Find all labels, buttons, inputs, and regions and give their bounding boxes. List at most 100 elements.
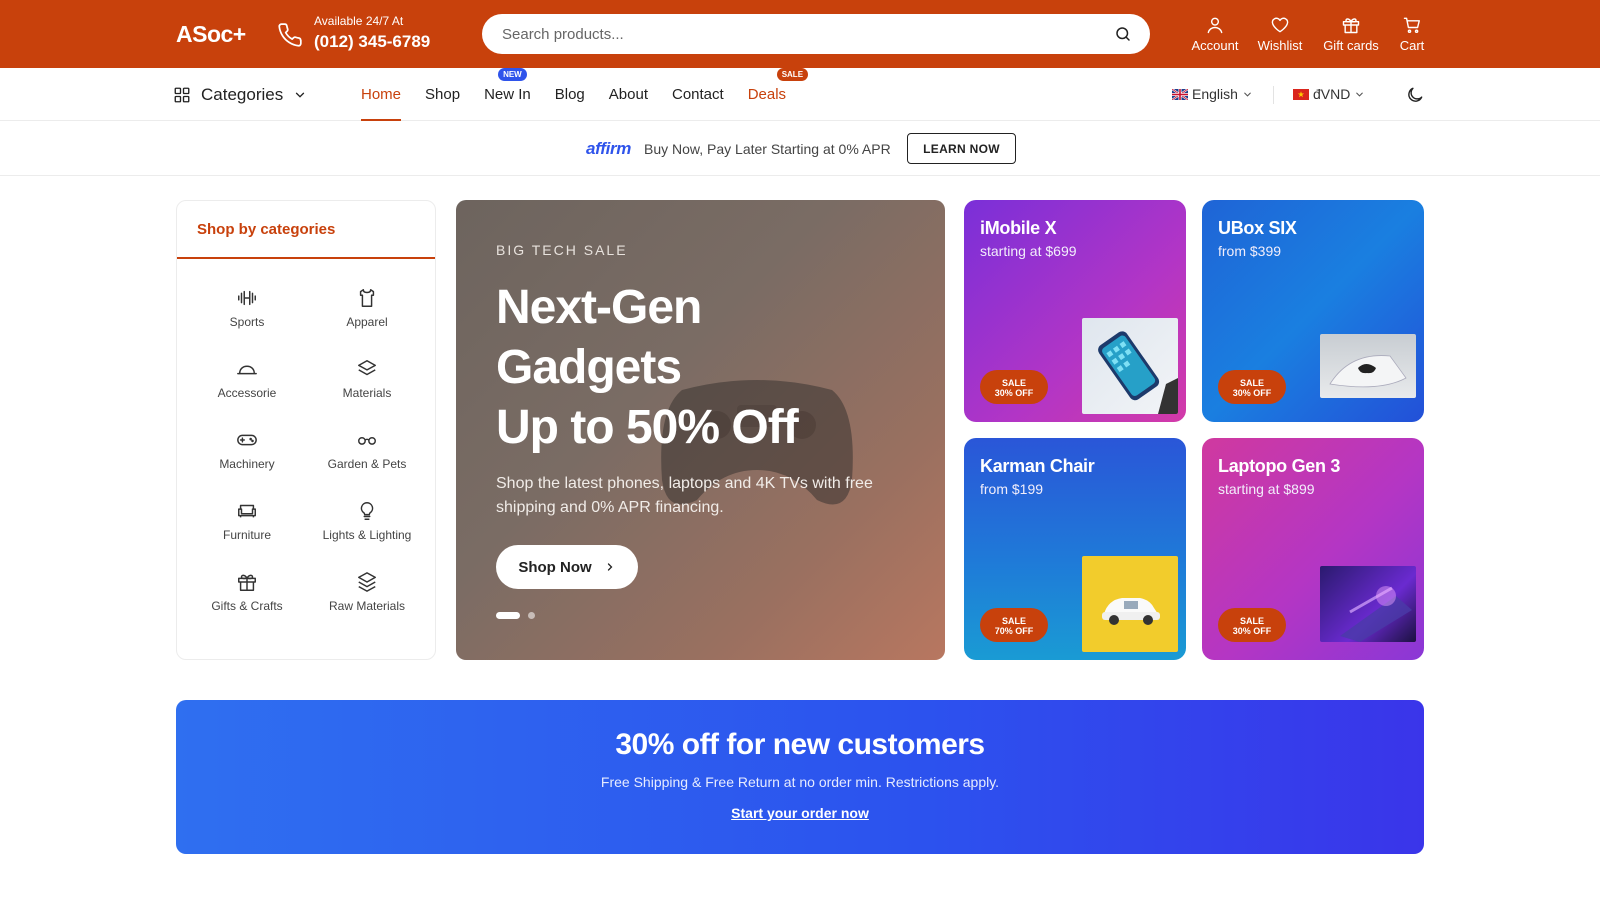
sale-percent: 30% OFF (1232, 388, 1272, 398)
category-materials[interactable]: Materials (307, 358, 427, 418)
category-machinery[interactable]: Machinery (187, 429, 307, 489)
language-label: English (1192, 86, 1238, 102)
gift-cards-label: Gift cards (1323, 38, 1379, 53)
affirm-text: Buy Now, Pay Later Starting at 0% APR (644, 141, 891, 157)
sale-percent: 30% OFF (994, 388, 1034, 398)
category-label: Materials (342, 386, 392, 400)
divider (1273, 86, 1274, 104)
promo-title: 30% off for new customers (615, 728, 985, 761)
nav-shop[interactable]: Shop (413, 68, 472, 121)
category-gifts-crafts[interactable]: Gifts & Crafts (187, 571, 307, 631)
account-label: Account (1191, 38, 1239, 53)
uk-flag-icon (1172, 88, 1188, 100)
category-apparel[interactable]: Apparel (307, 287, 427, 347)
card-title: Laptopo Gen 3 (1218, 456, 1341, 476)
wishlist-button[interactable]: Wishlist (1255, 15, 1305, 55)
card-price: from $199 (980, 481, 1044, 497)
nav-about[interactable]: About (597, 68, 660, 121)
sale-badge: SALE 30% OFF (1218, 608, 1286, 642)
product-card-karman-chair[interactable]: Karman Chair from $199 SALE 70% OFF (964, 438, 1186, 660)
chevron-down-icon (296, 92, 305, 98)
phone-number[interactable]: (012) 345-6789 (314, 32, 430, 52)
nav-home-label: Home (361, 86, 402, 103)
product-card-laptopo[interactable]: Laptopo Gen 3 starting at $899 SALE 30% O… (1202, 438, 1424, 660)
card-title: iMobile X (980, 218, 1057, 238)
nav-blog[interactable]: Blog (543, 68, 597, 121)
category-label: Lights & Lighting (322, 528, 412, 542)
category-label: Accessorie (217, 386, 277, 400)
category-furniture[interactable]: Furniture (187, 500, 307, 560)
chevron-down-icon (1356, 92, 1364, 97)
learn-now-button[interactable]: LEARN NOW (907, 133, 1016, 164)
nav-contact[interactable]: Contact (660, 68, 736, 121)
category-sidebar: Shop by categories Sports Apparel Access… (176, 200, 436, 660)
top-bar: ASoc+ Available 24/7 At (012) 345-6789 A… (0, 0, 1600, 68)
cart-icon (1403, 17, 1420, 34)
wishlist-label: Wishlist (1257, 38, 1303, 53)
glasses-icon (358, 436, 376, 445)
start-order-link[interactable]: Start your order now (176, 805, 1424, 821)
category-label: Sports (229, 315, 265, 329)
moon-icon[interactable] (1405, 85, 1425, 105)
account-button[interactable]: Account (1187, 15, 1243, 55)
category-label: Machinery (219, 457, 275, 471)
category-sports[interactable]: Sports (187, 287, 307, 347)
card-title: Karman Chair (980, 456, 1095, 476)
categories-label: Categories (201, 85, 284, 104)
category-accessorie[interactable]: Accessorie (187, 358, 307, 418)
hero-title: Next-Gen Gadgets Up to 50% Off (496, 278, 916, 458)
carousel-dot[interactable] (528, 612, 535, 619)
category-garden-pets[interactable]: Garden & Pets (307, 429, 427, 489)
search-input[interactable] (502, 14, 1082, 54)
availability-text: Available 24/7 At (314, 14, 404, 28)
new-customer-promo: 30% off for new customers Free Shipping … (176, 700, 1424, 854)
shop-now-button[interactable]: Shop Now (496, 545, 638, 589)
currency-selector[interactable]: đVND (1293, 86, 1365, 102)
carousel-dot-active[interactable] (496, 612, 520, 619)
sale-label: SALE (1001, 616, 1026, 626)
hat-icon (237, 365, 257, 375)
cart-button[interactable]: Cart (1394, 15, 1430, 55)
gift-icon (1342, 18, 1360, 34)
chevron-down-icon (1244, 92, 1251, 97)
logo[interactable]: ASoc+ (176, 21, 246, 48)
search-box (482, 14, 1150, 54)
gift-icon (238, 574, 256, 591)
categories-button[interactable]: Categories (173, 82, 307, 108)
sofa-icon (238, 504, 256, 518)
category-label: Raw Materials (328, 599, 406, 613)
category-lights-lighting[interactable]: Lights & Lighting (307, 500, 427, 560)
affirm-banner: affirm Buy Now, Pay Later Starting at 0%… (0, 121, 1600, 176)
shop-now-label: Shop Now (518, 558, 592, 576)
search-icon[interactable] (1114, 25, 1132, 43)
sale-percent: 70% OFF (994, 626, 1034, 636)
hero-title-line: Up to 50% Off (496, 401, 799, 454)
console-image (1320, 334, 1416, 398)
menu: Home Shop New In NEW Blog About Contact D… (349, 68, 809, 121)
category-label: Apparel (346, 315, 388, 329)
card-title: UBox SIX (1218, 218, 1297, 238)
layers-icon (358, 572, 376, 592)
heart-icon (1271, 17, 1289, 33)
nav-shop-label: Shop (425, 86, 461, 103)
gift-cards-button[interactable]: Gift cards (1320, 15, 1382, 55)
user-icon (1207, 17, 1223, 34)
nav-home[interactable]: Home (349, 68, 413, 121)
new-badge: NEW (498, 68, 527, 81)
sale-badge: SALE 30% OFF (1218, 370, 1286, 404)
nav-new-in[interactable]: New In NEW (472, 68, 543, 121)
sale-badge: SALE 30% OFF (980, 370, 1048, 404)
shirt-icon (359, 289, 375, 307)
language-selector[interactable]: English (1172, 86, 1253, 102)
nav-deals[interactable]: Deals SALE (736, 68, 809, 121)
sale-percent: 30% OFF (1232, 626, 1272, 636)
product-card-ubox[interactable]: UBox SIX from $399 SALE 30% OFF (1202, 200, 1424, 422)
hero-banner: BIG TECH SALE Next-Gen Gadgets Up to 50%… (456, 200, 945, 660)
category-raw-materials[interactable]: Raw Materials (307, 571, 427, 631)
main-nav: Categories Home Shop New In NEW Blog Abou… (0, 68, 1600, 121)
phone-image (1082, 318, 1178, 414)
affirm-logo: affirm (586, 139, 632, 158)
gamepad-icon (237, 434, 257, 446)
sale-label: SALE (1239, 378, 1264, 388)
product-card-imobile[interactable]: iMobile X starting at $699 SALE 30% OFF (964, 200, 1186, 422)
